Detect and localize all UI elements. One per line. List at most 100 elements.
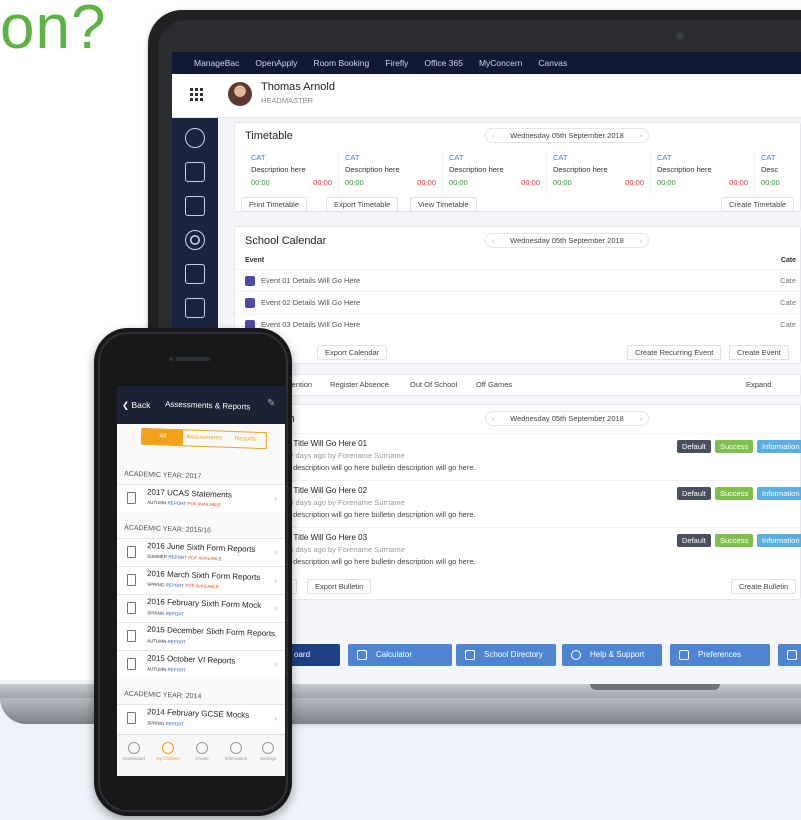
create-bulletin-button[interactable]: Create Bulletin [731, 579, 797, 594]
chevron-right-icon: › [274, 713, 277, 723]
avatar[interactable] [228, 82, 252, 106]
timetable-slot[interactable]: CAT Description here 00:00 00:00 [443, 153, 547, 193]
school-directory-button[interactable]: School Directory [456, 644, 556, 666]
calendar-date-picker[interactable]: ‹ Wednesday 05th September 2018 › [485, 233, 649, 248]
bulletin-date-picker[interactable]: ‹ Wednesday 05th September 2018 › [485, 411, 649, 426]
item-type: REPORT [165, 610, 185, 617]
dashboard-gauge-icon[interactable] [185, 128, 205, 148]
item-meta: SPRING REPORT PDF AVAILABLE [147, 582, 219, 590]
tab-label: My Children [155, 756, 180, 761]
bulletin-item[interactable]: tin Title Will Go Here 03 d 4 days ago b… [235, 527, 801, 573]
bulletin-item[interactable]: tin Title Will Go Here 01 d 2 days ago b… [235, 433, 801, 479]
create-event-button[interactable]: Create Event [729, 345, 789, 360]
event-row[interactable]: Event 01 Details Will Go Here Cate [235, 269, 800, 291]
help-support-button[interactable]: Help & Support [562, 644, 662, 666]
print-timetable-button[interactable]: Print Timetable [241, 197, 308, 212]
nav-link-canvas[interactable]: Canvas [538, 58, 567, 68]
list-item[interactable]: 2015 December Sixth Form Reports AUTUMN … [117, 622, 285, 650]
bulletin-item[interactable]: tin Title Will Go Here 02 d 3 days ago b… [235, 480, 801, 526]
tab-off-games[interactable]: Off Games [469, 378, 520, 393]
item-flag: PDF AVAILABLE [188, 555, 222, 562]
wrench-icon[interactable]: ✎ [267, 398, 275, 409]
list-item[interactable]: 2015 October VI Reports AUTUMN REPORT › [117, 650, 285, 678]
prev-chevron-icon[interactable]: ‹ [492, 412, 495, 425]
segment-reports[interactable]: Reports [224, 432, 266, 448]
apps-grid-icon[interactable] [190, 88, 204, 102]
expand-link[interactable]: Expand [739, 378, 779, 393]
nav-link-managebac[interactable]: ManageBac [194, 58, 239, 68]
event-icon [245, 276, 255, 286]
export-bulletin-button[interactable]: Export Bulletin [307, 579, 372, 594]
tab-register-absence[interactable]: Register Absence [323, 378, 396, 393]
monitor-check-icon[interactable] [185, 264, 205, 284]
document-icon [127, 546, 136, 558]
tab-information[interactable]: Information [219, 740, 253, 774]
list-item[interactable]: 2016 March Sixth Form Reports SPRING REP… [117, 566, 285, 594]
calendar-date: Wednesday 05th September 2018 [510, 236, 624, 245]
calculator-icon[interactable] [185, 162, 205, 182]
list-item[interactable]: 2014 February GCSE Mocks SPRING REPORT › [117, 704, 285, 732]
phone-title: Assessments & Reports [164, 399, 251, 412]
tab-dashboard[interactable]: Dashboard [117, 740, 151, 774]
segment-assessments[interactable]: Assessments [183, 430, 225, 446]
segment-all[interactable]: All [141, 428, 184, 446]
slot-end: 00:00 [521, 178, 540, 187]
grid-icon [787, 650, 797, 660]
school-home-icon[interactable] [185, 196, 205, 216]
help-lifebuoy-icon[interactable] [185, 230, 205, 250]
more-quick-link-button[interactable] [778, 644, 801, 666]
prev-chevron-icon[interactable]: ‹ [492, 129, 495, 142]
chevron-right-icon: › [274, 575, 277, 585]
chevron-right-icon: › [274, 631, 277, 641]
tab-out-of-school[interactable]: Out Of School [403, 378, 465, 393]
event-category: Cate [780, 320, 796, 329]
prev-chevron-icon[interactable]: ‹ [492, 234, 495, 247]
event-row[interactable]: Event 03 Details Will Go Here Cate [235, 313, 800, 335]
pastoral-tabs: Detention Register Absence Out Of School… [234, 374, 801, 396]
bulletin-item-title: tin Title Will Go Here 03 [283, 533, 368, 542]
back-button[interactable]: ❮ Back [122, 400, 150, 411]
nav-link-room-booking[interactable]: Room Booking [313, 58, 369, 68]
tab-create[interactable]: Create [185, 740, 219, 774]
event-row[interactable]: Event 02 Details Will Go Here Cate [235, 291, 800, 313]
tag-information: Information [757, 487, 801, 500]
slot-category: CAT [657, 153, 672, 162]
create-recurring-event-button[interactable]: Create Recurring Event [627, 345, 722, 360]
timetable-slot[interactable]: CAT Description here 00:00 00:00 [547, 153, 651, 193]
list-item[interactable]: 2016 February Sixth Form Mock SPRING REP… [117, 594, 285, 622]
document-icon [127, 712, 136, 724]
next-chevron-icon[interactable]: › [640, 129, 643, 142]
document-icon [127, 658, 136, 670]
tab-settings[interactable]: Settings [251, 740, 285, 774]
clipboard-icon[interactable] [185, 298, 205, 318]
calculator-button[interactable]: Calculator [348, 644, 452, 666]
chevron-right-icon: › [274, 547, 277, 557]
nav-link-office365[interactable]: Office 365 [424, 58, 463, 68]
item-flag: PDF AVAILABLE [187, 501, 222, 508]
list-item[interactable]: 2017 UCAS Statements AUTUMN REPORT PDF A… [117, 484, 285, 512]
list-item[interactable]: 2016 June Sixth Form Reports SUMMER REPO… [117, 538, 285, 566]
nav-link-firefly[interactable]: Firefly [385, 58, 408, 68]
dashboard-main: Timetable ‹ Wednesday 05th September 201… [234, 122, 801, 682]
item-term: SPRING [146, 610, 165, 616]
tab-my-children[interactable]: My Children [151, 740, 185, 774]
export-timetable-button[interactable]: Export Timetable [326, 197, 399, 212]
view-timetable-button[interactable]: View Timetable [410, 197, 477, 212]
bulletin-item-title: tin Title Will Go Here 02 [283, 486, 368, 495]
timetable-slot[interactable]: CAT Description here 00:00 00:00 [339, 153, 443, 193]
slot-category: CAT [251, 153, 266, 162]
item-type: REPORT [168, 554, 187, 561]
event-text: Event 01 Details Will Go Here [261, 276, 361, 285]
timetable-date-picker[interactable]: ‹ Wednesday 05th September 2018 › [485, 128, 649, 143]
timetable-slot[interactable]: CAT Description here 00:00 00:00 [651, 153, 755, 193]
nav-link-openapply[interactable]: OpenApply [255, 58, 297, 68]
nav-link-myconcern[interactable]: MyConcern [479, 58, 522, 68]
item-title: 2014 February GCSE Mocks [146, 707, 250, 720]
timetable-slot[interactable]: CAT Desc 00:00 [755, 153, 801, 193]
preferences-button[interactable]: Preferences [670, 644, 770, 666]
next-chevron-icon[interactable]: › [640, 234, 643, 247]
export-calendar-button[interactable]: Export Calendar [317, 345, 388, 360]
create-timetable-button[interactable]: Create Timetable [721, 197, 795, 212]
timetable-slot[interactable]: CAT Description here 00:00 00:00 [235, 153, 339, 193]
next-chevron-icon[interactable]: › [640, 412, 643, 425]
